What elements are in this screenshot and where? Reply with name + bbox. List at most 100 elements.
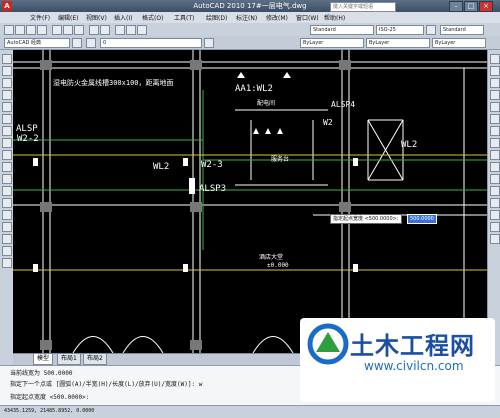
- menu-insert[interactable]: 插入(I): [114, 13, 132, 22]
- text-style-select[interactable]: Standard: [310, 25, 374, 35]
- label-hall: 酒店大堂: [259, 254, 284, 261]
- dynamic-input-prompt: 指定起点宽度 <500.0000>:: [330, 214, 402, 224]
- move-icon[interactable]: [490, 114, 500, 124]
- coordinate-readout: 43435.1259, 21485.8952, 0.0000: [4, 408, 95, 414]
- pan-icon[interactable]: [115, 25, 125, 35]
- chamfer-icon[interactable]: [490, 210, 500, 220]
- floor-plan-drawing: [13, 50, 487, 353]
- command-history-line: 当前线宽为 500.0000: [10, 370, 73, 377]
- menu-edit[interactable]: 编辑(E): [58, 13, 78, 22]
- lineweight-select[interactable]: ByLayer: [432, 38, 486, 48]
- circle-icon[interactable]: [2, 126, 12, 136]
- menu-format[interactable]: 格式(O): [142, 13, 163, 22]
- dynamic-input-field[interactable]: 500.0000: [407, 214, 437, 224]
- polygon-icon[interactable]: [2, 90, 12, 100]
- label-elevation: ±0.000: [267, 262, 289, 269]
- break-icon[interactable]: [490, 186, 500, 196]
- search-input[interactable]: 键入关键字或短语: [330, 2, 396, 12]
- drawing-canvas[interactable]: 湿电防火金属线槽300x100，距离地面 AA1:WL2 ALSP4 ALSP …: [13, 50, 487, 353]
- insert-block-icon[interactable]: [2, 174, 12, 184]
- cut-icon[interactable]: [52, 25, 62, 35]
- maximize-icon[interactable]: □: [464, 1, 478, 12]
- print-icon[interactable]: [37, 25, 47, 35]
- title-bar: A AutoCAD 2010 17#一层电气.dwg 键入关键字或短语 – □ …: [0, 0, 500, 12]
- copy-object-icon[interactable]: [490, 66, 500, 76]
- mirror-icon[interactable]: [490, 78, 500, 88]
- label-w2-2: W2-2: [17, 134, 39, 144]
- watermark-name: 土木工程网: [350, 332, 475, 360]
- tab-layout1[interactable]: 布局1: [57, 354, 81, 365]
- tab-layout2[interactable]: 布局2: [83, 354, 107, 365]
- workspace-select[interactable]: AutoCAD 经典: [4, 38, 70, 48]
- rectangle-icon[interactable]: [2, 102, 12, 112]
- layers-toolbar: AutoCAD 经典 0 ByLayer ByLayer ByLayer: [0, 36, 500, 50]
- line-tool-icon[interactable]: [2, 54, 12, 64]
- menu-draw[interactable]: 绘图(D): [206, 13, 227, 22]
- revision-cloud-icon[interactable]: [2, 138, 12, 148]
- workspace-settings-icon[interactable]: [72, 38, 82, 48]
- watermark-logo-icon: [307, 323, 349, 365]
- table-style-icon[interactable]: [426, 25, 436, 35]
- open-file-icon[interactable]: [15, 25, 25, 35]
- point-icon[interactable]: [2, 198, 12, 208]
- close-icon[interactable]: ×: [479, 1, 493, 12]
- hatch-icon[interactable]: [2, 210, 12, 220]
- fillet-icon[interactable]: [490, 222, 500, 232]
- minimize-icon[interactable]: –: [449, 1, 463, 12]
- join-icon[interactable]: [490, 198, 500, 208]
- menu-file[interactable]: 文件(F): [30, 13, 50, 22]
- color-select[interactable]: ByLayer: [300, 38, 364, 48]
- gradient-icon[interactable]: [2, 222, 12, 232]
- table-icon[interactable]: [2, 246, 12, 256]
- label-wl2-mid: WL2: [153, 162, 170, 172]
- menu-window[interactable]: 窗口(W): [296, 13, 319, 22]
- label-room-distribution: 配电间: [257, 100, 276, 107]
- offset-icon[interactable]: [490, 90, 500, 100]
- multileader-style-select[interactable]: Standard: [440, 25, 484, 35]
- zoom-icon[interactable]: [126, 25, 136, 35]
- label-wl2-right: WL2: [401, 140, 418, 150]
- rotate-icon[interactable]: [490, 126, 500, 136]
- zoom-window-icon[interactable]: [137, 25, 147, 35]
- label-w2-right: W2: [323, 118, 333, 127]
- menu-dimension[interactable]: 标注(N): [236, 13, 257, 22]
- label-alsp3: ALSP3: [199, 184, 227, 194]
- layer-manager-icon[interactable]: [86, 38, 96, 48]
- command-input[interactable]: 指定起点宽度 <500.0000>:: [10, 392, 89, 401]
- standard-toolbar: Standard ISO-25 Standard: [0, 23, 500, 37]
- menu-help[interactable]: 帮助(H): [324, 13, 345, 22]
- mtext-icon[interactable]: [2, 258, 12, 268]
- erase-icon[interactable]: [490, 54, 500, 64]
- new-file-icon[interactable]: [4, 25, 14, 35]
- construction-line-icon[interactable]: [2, 66, 12, 76]
- redo-icon[interactable]: [100, 25, 110, 35]
- region-icon[interactable]: [2, 234, 12, 244]
- tab-model[interactable]: 模型: [33, 354, 54, 365]
- label-w2-3: W2-3: [201, 160, 223, 170]
- scale-icon[interactable]: [490, 138, 500, 148]
- app-logo-icon[interactable]: A: [2, 1, 12, 11]
- arc-icon[interactable]: [2, 114, 12, 124]
- dim-style-select[interactable]: ISO-25: [376, 25, 424, 35]
- paste-icon[interactable]: [74, 25, 84, 35]
- stretch-icon[interactable]: [490, 150, 500, 160]
- label-alsp4: ALSP4: [331, 100, 356, 109]
- array-icon[interactable]: [490, 102, 500, 112]
- ellipse-icon[interactable]: [2, 162, 12, 172]
- status-bar: 43435.1259, 21485.8952, 0.0000: [0, 405, 500, 418]
- layer-previous-icon[interactable]: [204, 38, 214, 48]
- menu-tools[interactable]: 工具(T): [174, 13, 194, 22]
- trim-icon[interactable]: [490, 162, 500, 172]
- explode-icon[interactable]: [490, 234, 500, 244]
- copy-icon[interactable]: [63, 25, 73, 35]
- linetype-select[interactable]: ByLayer: [366, 38, 430, 48]
- menu-modify[interactable]: 修改(M): [266, 13, 288, 22]
- layer-select[interactable]: 0: [100, 38, 202, 48]
- polyline-icon[interactable]: [2, 78, 12, 88]
- menu-view[interactable]: 视图(V): [86, 13, 107, 22]
- save-icon[interactable]: [26, 25, 36, 35]
- extend-icon[interactable]: [490, 174, 500, 184]
- spline-icon[interactable]: [2, 150, 12, 160]
- make-block-icon[interactable]: [2, 186, 12, 196]
- undo-icon[interactable]: [89, 25, 99, 35]
